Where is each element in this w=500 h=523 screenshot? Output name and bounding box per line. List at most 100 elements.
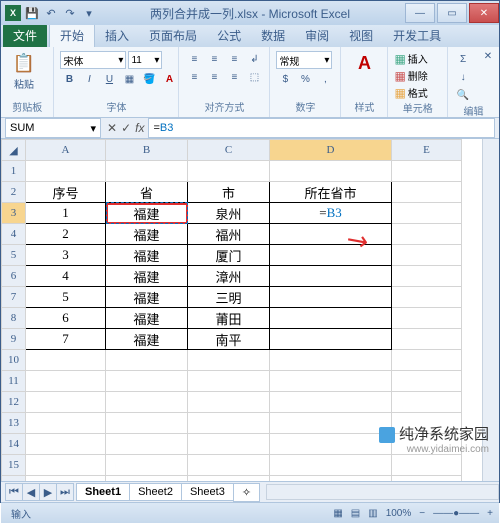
cell[interactable]: 三明 xyxy=(188,287,270,308)
chevron-down-icon[interactable]: ▾ xyxy=(90,122,96,135)
tab-data[interactable]: 数据 xyxy=(251,24,295,47)
italic-button[interactable]: I xyxy=(80,71,98,87)
maximize-button[interactable]: ▭ xyxy=(437,3,467,23)
bold-button[interactable]: B xyxy=(60,71,78,87)
cell[interactable]: 福建 xyxy=(106,329,188,350)
font-name-select[interactable]: 宋体▾ xyxy=(60,51,126,69)
excel-icon[interactable]: X xyxy=(5,5,21,21)
row-header[interactable]: 3 xyxy=(2,203,26,224)
save-button[interactable]: 💾 xyxy=(24,5,40,21)
col-header-e[interactable]: E xyxy=(392,140,462,161)
tab-layout[interactable]: 页面布局 xyxy=(139,24,207,47)
cell[interactable]: 莆田 xyxy=(188,308,270,329)
tab-nav-first[interactable]: ⏮ xyxy=(5,483,23,501)
cell[interactable]: 福州 xyxy=(188,224,270,245)
zoom-slider[interactable]: ——●—— xyxy=(433,508,479,519)
zoom-in-button[interactable]: + xyxy=(487,508,493,519)
tab-file[interactable]: 文件 xyxy=(3,24,47,47)
zoom-level[interactable]: 100% xyxy=(386,508,412,519)
delete-cells-button[interactable]: ▦删除 xyxy=(394,68,427,83)
fill-color-button[interactable]: 🪣 xyxy=(140,71,158,87)
name-box[interactable]: SUM▾ xyxy=(5,118,101,138)
cell[interactable] xyxy=(270,287,392,308)
currency-button[interactable]: $ xyxy=(276,71,294,87)
qat-dropdown-icon[interactable]: ▾ xyxy=(81,5,97,21)
row-header[interactable]: 8 xyxy=(2,308,26,329)
close-button[interactable]: ✕ xyxy=(469,3,499,23)
col-header-c[interactable]: C xyxy=(188,140,270,161)
align-bot-button[interactable]: ≡ xyxy=(225,51,243,67)
row-header[interactable]: 14 xyxy=(2,434,26,455)
worksheet-area[interactable]: ◢ A B C D E 1 2 序号 省 市 所在省市 3 1 福建 泉州 =B… xyxy=(1,139,499,481)
paste-button[interactable]: 📋粘贴 xyxy=(7,49,41,91)
cell[interactable]: 4 xyxy=(26,266,106,287)
underline-button[interactable]: U xyxy=(100,71,118,87)
autosum-button[interactable]: Σ xyxy=(454,51,472,67)
cell[interactable]: 南平 xyxy=(188,329,270,350)
tab-nav-next[interactable]: ▶ xyxy=(39,483,57,501)
cell[interactable] xyxy=(270,224,392,245)
sheet-tab-3[interactable]: Sheet3 xyxy=(181,483,234,501)
new-sheet-button[interactable]: ✧ xyxy=(233,483,260,502)
row-header[interactable]: 15 xyxy=(2,455,26,476)
align-mid-button[interactable]: ≡ xyxy=(205,51,223,67)
formula-input[interactable]: =B3 xyxy=(148,118,495,138)
cell[interactable] xyxy=(270,266,392,287)
row-header[interactable]: 6 xyxy=(2,266,26,287)
row-header[interactable]: 11 xyxy=(2,371,26,392)
tab-formulas[interactable]: 公式 xyxy=(207,24,251,47)
merge-button[interactable]: ⬚ xyxy=(245,69,263,85)
tab-home[interactable]: 开始 xyxy=(49,23,95,47)
number-format-select[interactable]: 常规▾ xyxy=(276,51,332,69)
horizontal-scrollbar[interactable] xyxy=(266,484,499,500)
redo-button[interactable]: ↷ xyxy=(62,5,78,21)
col-header-a[interactable]: A xyxy=(26,140,106,161)
align-center-button[interactable]: ≡ xyxy=(205,69,223,85)
tab-view[interactable]: 视图 xyxy=(339,24,383,47)
sheet-tab-1[interactable]: Sheet1 xyxy=(76,483,130,501)
row-header[interactable]: 7 xyxy=(2,287,26,308)
cell[interactable]: 3 xyxy=(26,245,106,266)
cell[interactable]: 5 xyxy=(26,287,106,308)
cell[interactable]: 福建 xyxy=(106,245,188,266)
cell[interactable] xyxy=(270,329,392,350)
row-header[interactable]: 5 xyxy=(2,245,26,266)
sheet-tab-2[interactable]: Sheet2 xyxy=(129,483,182,501)
cell[interactable]: 2 xyxy=(26,224,106,245)
col-header-d[interactable]: D xyxy=(270,140,392,161)
cell[interactable]: 泉州 xyxy=(188,203,270,224)
align-top-button[interactable]: ≡ xyxy=(185,51,203,67)
cell-d3-editing[interactable]: =B3 xyxy=(270,203,392,224)
row-header[interactable]: 9 xyxy=(2,329,26,350)
undo-button[interactable]: ↶ xyxy=(43,5,59,21)
cell[interactable]: 福建 xyxy=(106,287,188,308)
cell[interactable] xyxy=(270,245,392,266)
tab-dev[interactable]: 开发工具 xyxy=(383,24,451,47)
view-layout-button[interactable]: ▤ xyxy=(351,508,360,519)
align-left-button[interactable]: ≡ xyxy=(185,69,203,85)
cell[interactable]: 福建 xyxy=(106,224,188,245)
select-all-corner[interactable]: ◢ xyxy=(2,140,26,161)
cell[interactable]: 省 xyxy=(106,182,188,203)
cell[interactable]: 所在省市 xyxy=(270,182,392,203)
cell[interactable]: 序号 xyxy=(26,182,106,203)
cancel-formula-button[interactable]: ✕ xyxy=(107,121,117,135)
tab-insert[interactable]: 插入 xyxy=(95,24,139,47)
tab-review[interactable]: 审阅 xyxy=(295,24,339,47)
view-normal-button[interactable]: ▦ xyxy=(333,508,342,519)
row-header[interactable]: 1 xyxy=(2,161,26,182)
fill-button[interactable]: ↓ xyxy=(454,69,472,85)
format-cells-button[interactable]: ▦格式 xyxy=(394,85,427,100)
zoom-out-button[interactable]: − xyxy=(419,508,425,519)
cell-b3[interactable]: 福建 xyxy=(106,203,188,224)
tab-nav-last[interactable]: ⏭ xyxy=(56,483,74,501)
find-button[interactable]: 🔍 xyxy=(454,87,472,103)
row-header[interactable]: 4 xyxy=(2,224,26,245)
percent-button[interactable]: % xyxy=(296,71,314,87)
col-header-b[interactable]: B xyxy=(106,140,188,161)
styles-button[interactable]: A xyxy=(347,49,381,75)
cell[interactable]: 厦门 xyxy=(188,245,270,266)
fx-button[interactable]: fx xyxy=(135,121,144,135)
border-button[interactable]: ▦ xyxy=(120,71,138,87)
minimize-button[interactable]: — xyxy=(405,3,435,23)
